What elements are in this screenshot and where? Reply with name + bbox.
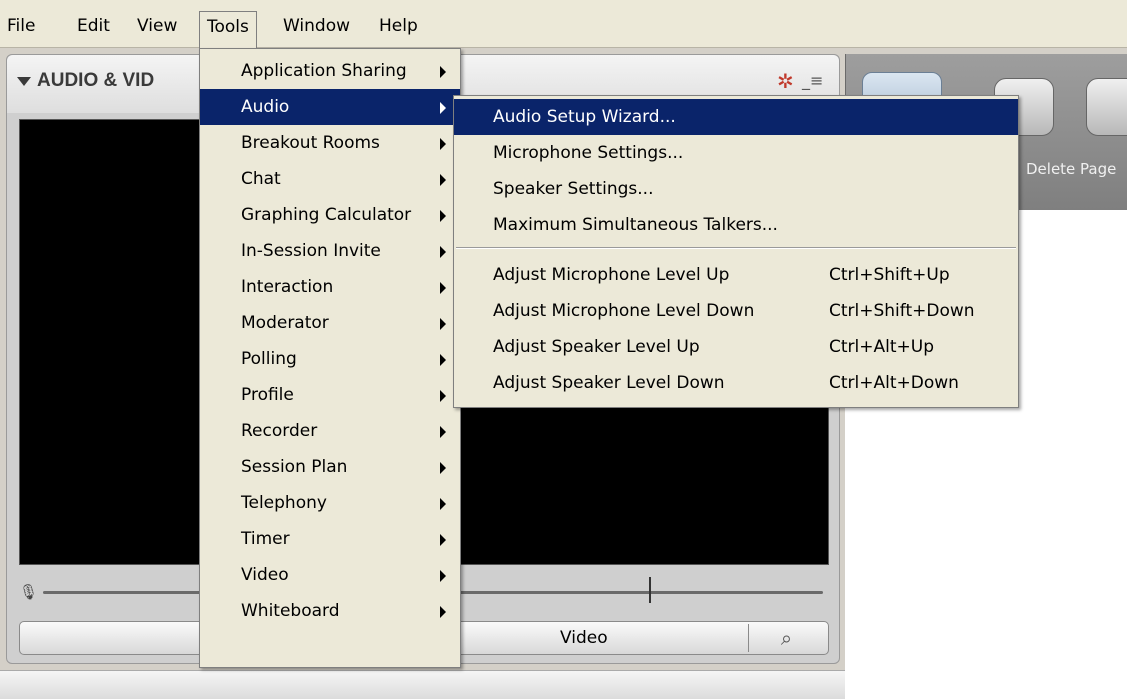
menu-help[interactable]: Help [372,11,425,41]
menu-item-label: Whiteboard [241,601,340,621]
menubar: File Edit View Tools Window Help [0,0,1127,48]
menu-item-label: Recorder [241,421,318,441]
menu-item-label: Session Plan [241,457,348,477]
menu-item-label: Profile [241,385,294,405]
audio-menu-item-speaker-settings[interactable]: Speaker Settings... [454,171,1018,207]
menu-item-label: Chat [241,169,281,189]
menu-item-label: Adjust Speaker Level Up [493,337,700,357]
menu-item-label: Moderator [241,313,329,333]
menu-edit[interactable]: Edit [70,11,117,41]
menu-view[interactable]: View [130,11,184,41]
tools-menu-item-telephony[interactable]: Telephony [200,485,460,521]
menu-tools[interactable]: Tools [199,11,257,48]
menu-icon[interactable]: _≡ [802,71,823,90]
submenu-arrow-icon [440,174,446,186]
menu-item-shortcut: Ctrl+Shift+Up [829,265,950,285]
tools-menu-item-moderator[interactable]: Moderator [200,305,460,341]
menu-item-label: Adjust Microphone Level Up [493,265,730,285]
menu-item-label: Interaction [241,277,334,297]
audio-menu-item-mic-level-down[interactable]: Adjust Microphone Level Down Ctrl+Shift+D… [454,293,1018,329]
tools-menu-item-application-sharing[interactable]: Application Sharing [200,53,460,89]
menu-window[interactable]: Window [276,11,357,41]
tools-menu-item-session-plan[interactable]: Session Plan [200,449,460,485]
tools-menu-item-in-session-invite[interactable]: In-Session Invite [200,233,460,269]
audio-submenu: Audio Setup Wizard... Microphone Setting… [453,95,1019,408]
page-button[interactable] [1086,78,1127,136]
tools-menu-item-chat[interactable]: Chat [200,161,460,197]
submenu-arrow-icon [440,390,446,402]
tools-menu-item-timer[interactable]: Timer [200,521,460,557]
submenu-arrow-icon [440,138,446,150]
menu-item-label: Adjust Speaker Level Down [493,373,725,393]
menu-item-label: Polling [241,349,297,369]
submenu-arrow-icon [440,102,446,114]
submenu-arrow-icon [440,210,446,222]
menu-item-label: Audio Setup Wizard... [493,107,676,127]
delete-page-label[interactable]: Delete Page [1026,160,1116,178]
tools-menu-item-profile[interactable]: Profile [200,377,460,413]
submenu-arrow-icon [440,570,446,582]
audio-menu-item-mic-level-up[interactable]: Adjust Microphone Level Up Ctrl+Shift+Up [454,257,1018,293]
gear-icon[interactable]: ✲ [777,69,794,93]
menu-item-label: Breakout Rooms [241,133,380,153]
menu-item-label: In-Session Invite [241,241,381,261]
submenu-arrow-icon [440,498,446,510]
tools-menu: Application Sharing Audio Breakout Rooms… [199,48,461,668]
menu-separator [456,247,1016,249]
menu-item-label: Microphone Settings... [493,143,684,163]
menu-item-shortcut: Ctrl+Alt+Up [829,337,934,357]
menu-item-label: Maximum Simultaneous Talkers... [493,215,778,235]
tools-menu-item-whiteboard[interactable]: Whiteboard [200,593,460,629]
tools-menu-item-graphing-calculator[interactable]: Graphing Calculator [200,197,460,233]
menu-item-label: Video [241,565,289,585]
submenu-arrow-icon [440,318,446,330]
submenu-arrow-icon [440,606,446,618]
tools-menu-item-breakout-rooms[interactable]: Breakout Rooms [200,125,460,161]
menu-item-label: Audio [241,97,290,117]
submenu-arrow-icon [440,246,446,258]
menu-item-label: Adjust Microphone Level Down [493,301,755,321]
mic-icon: 🎙 [19,583,39,601]
submenu-arrow-icon [440,534,446,546]
audio-menu-item-speaker-level-up[interactable]: Adjust Speaker Level Up Ctrl+Alt+Up [454,329,1018,365]
tools-menu-item-recorder[interactable]: Recorder [200,413,460,449]
audio-menu-item-microphone-settings[interactable]: Microphone Settings... [454,135,1018,171]
menu-item-label: Telephony [241,493,327,513]
audio-menu-item-max-talkers[interactable]: Maximum Simultaneous Talkers... [454,207,1018,243]
menu-file[interactable]: File [0,11,42,41]
submenu-arrow-icon [440,66,446,78]
bottom-panel-header [0,670,845,699]
menu-item-label: Timer [241,529,290,549]
caret-down-icon[interactable] [17,77,31,86]
slider-thumb[interactable] [649,577,651,603]
submenu-arrow-icon [440,462,446,474]
menu-item-label: Application Sharing [241,61,407,81]
video-button[interactable]: Video [560,628,608,648]
tools-menu-item-interaction[interactable]: Interaction [200,269,460,305]
submenu-arrow-icon [440,354,446,366]
submenu-arrow-icon [440,426,446,438]
menu-item-label: Speaker Settings... [493,179,654,199]
panel-title: AUDIO & VID [37,70,155,91]
zoom-icon[interactable]: ⌕ [748,624,824,652]
audio-menu-item-speaker-level-down[interactable]: Adjust Speaker Level Down Ctrl+Alt+Down [454,365,1018,401]
menu-item-shortcut: Ctrl+Shift+Down [829,301,975,321]
tools-menu-item-polling[interactable]: Polling [200,341,460,377]
audio-menu-item-setup-wizard[interactable]: Audio Setup Wizard... [454,99,1018,135]
tools-menu-item-video[interactable]: Video [200,557,460,593]
submenu-arrow-icon [440,282,446,294]
menu-item-shortcut: Ctrl+Alt+Down [829,373,959,393]
tools-menu-item-audio[interactable]: Audio [200,89,460,125]
menu-item-label: Graphing Calculator [241,205,412,225]
